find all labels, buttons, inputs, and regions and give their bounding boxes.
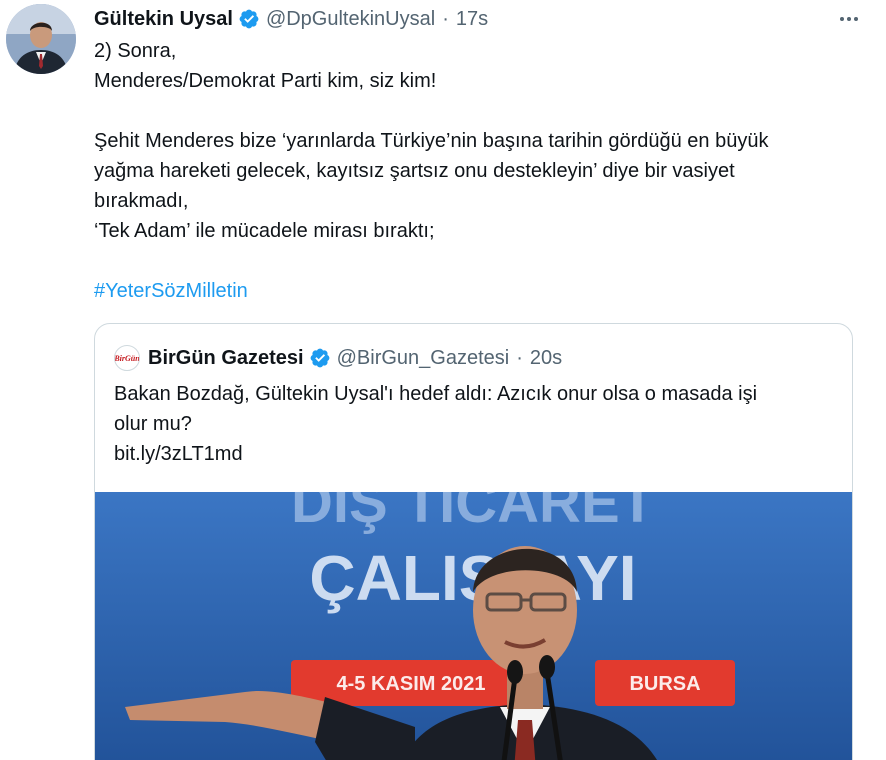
quoted-text-line: olur mu? — [114, 413, 192, 435]
tweet-header: Gültekin Uysal @DpGultekinUysal · 17s — [94, 5, 488, 33]
quoted-author-handle[interactable]: @BirGun_Gazetesi — [337, 347, 510, 370]
author-handle[interactable]: @DpGultekinUysal — [266, 8, 435, 31]
separator-dot: · — [442, 7, 449, 30]
author-avatar[interactable] — [6, 4, 76, 74]
tweet-text-blank — [94, 246, 864, 276]
tweet-text-blank — [94, 96, 864, 126]
news-photo: DIŞ TİCARET ÇALIŞTAYI 4-5 KASIM 2021 BUR… — [95, 492, 852, 760]
banner-city-text: BURSA — [629, 673, 700, 695]
banner-main-text: ÇALIŞTAYI — [309, 542, 636, 614]
quoted-author-name[interactable]: BirGün Gazetesi — [148, 347, 304, 370]
quoted-tweet[interactable]: BirGün BirGün Gazetesi @BirGun_Gazetesi … — [94, 323, 853, 760]
tweet-text-line: yağma hareketi gelecek, kayıtsız şartsız… — [94, 160, 735, 182]
tweet-text-line: Şehit Menderes bize ‘yarınlarda Türkiye’… — [94, 130, 769, 152]
banner-date-text: 4-5 KASIM 2021 — [337, 673, 486, 695]
tweet-text-line: bırakmadı, — [94, 190, 189, 212]
tweet-text-line: ‘Tek Adam’ ile mücadele mirası bıraktı; — [94, 220, 435, 242]
quoted-timestamp[interactable]: 20s — [530, 347, 562, 370]
author-name[interactable]: Gültekin Uysal — [94, 8, 233, 31]
quoted-media-image[interactable]: DIŞ TİCARET ÇALIŞTAYI 4-5 KASIM 2021 BUR… — [95, 492, 852, 760]
tweet-text-line: Menderes/Demokrat Parti kim, siz kim! — [94, 70, 437, 92]
tweet-text: 2) Sonra, Menderes/Demokrat Parti kim, s… — [94, 36, 864, 306]
tweet-timestamp[interactable]: 17s — [456, 8, 488, 31]
quoted-tweet-text: Bakan Bozdağ, Gültekin Uysal'ı hedef ald… — [114, 379, 839, 469]
quoted-tweet-header: BirGün BirGün Gazetesi @BirGun_Gazetesi … — [114, 345, 562, 371]
author-avatar-image — [6, 4, 76, 74]
quoted-author-avatar[interactable]: BirGün — [114, 345, 140, 371]
hashtag-link[interactable]: #YeterSözMilletin — [94, 280, 248, 302]
banner-top-text: DIŞ TİCARET — [291, 492, 655, 535]
quoted-link[interactable]: bit.ly/3zLT1md — [114, 439, 839, 469]
quoted-avatar-logo-text: BirGün — [114, 353, 140, 363]
verified-badge-icon — [310, 348, 330, 368]
separator-dot: · — [516, 346, 523, 369]
tweet-text-line: 2) Sonra, — [94, 40, 177, 62]
more-options-icon[interactable] — [838, 8, 860, 30]
quoted-text-line: Bakan Bozdağ, Gültekin Uysal'ı hedef ald… — [114, 383, 758, 405]
verified-badge-icon — [239, 9, 259, 29]
